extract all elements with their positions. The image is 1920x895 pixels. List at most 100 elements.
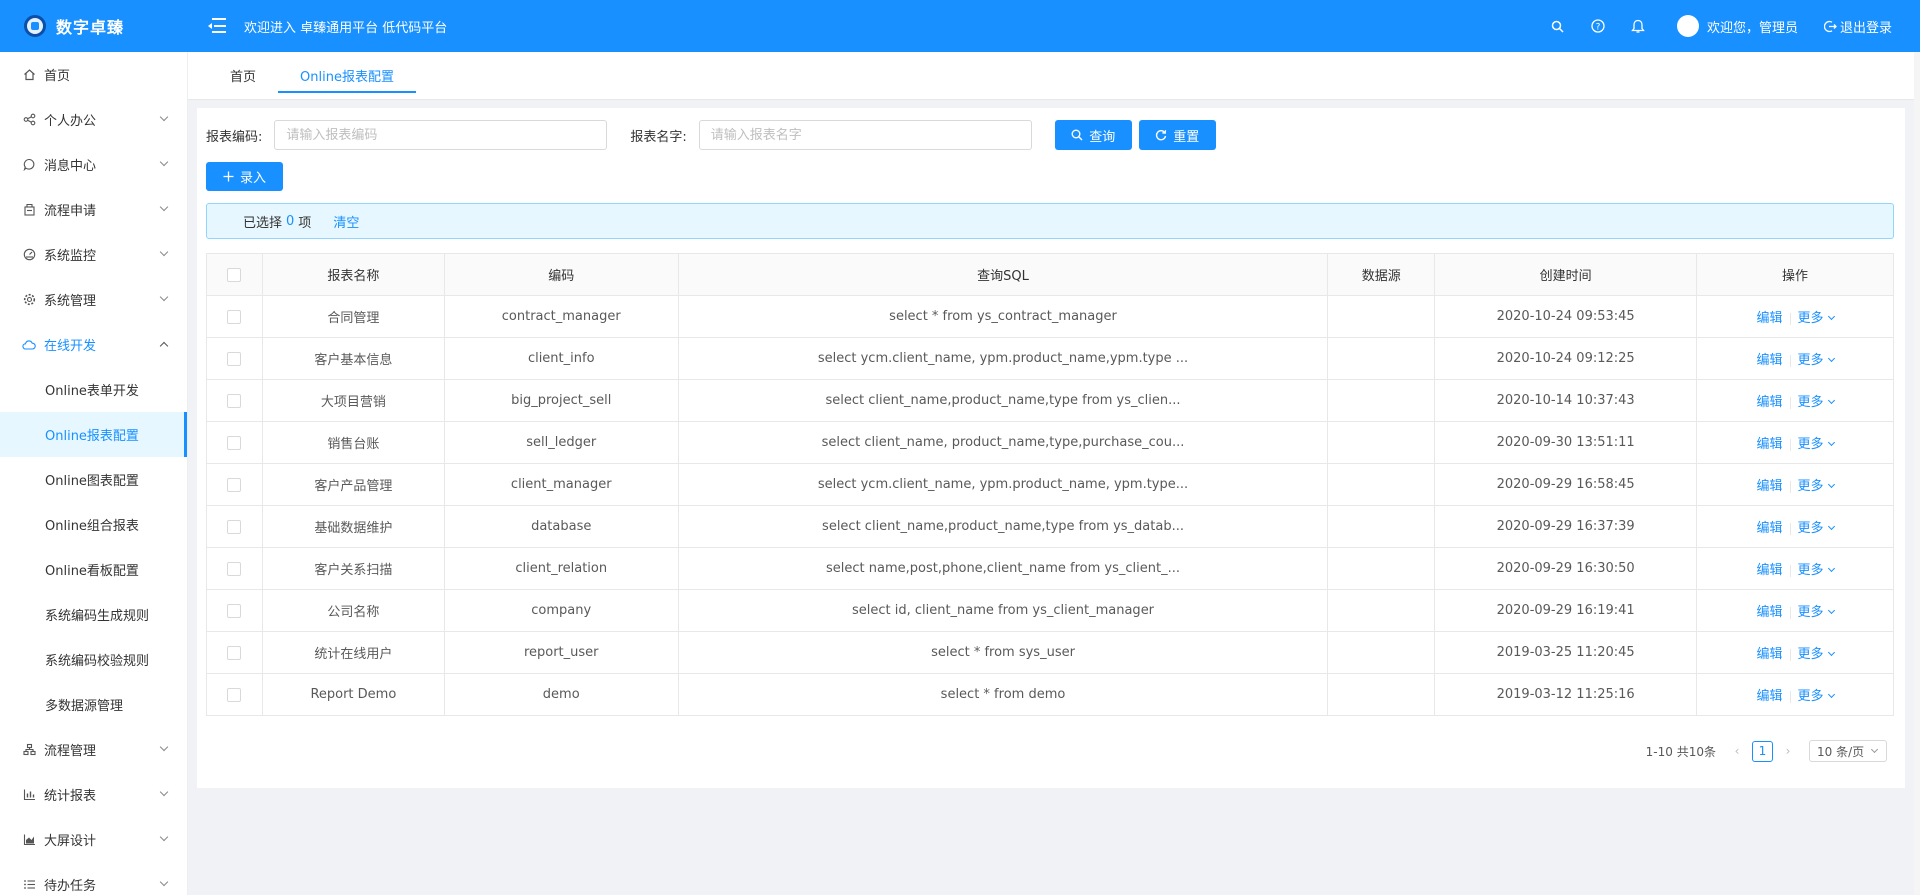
tab-home[interactable]: 首页 — [208, 51, 278, 99]
sidebar-subitem-online-chart[interactable]: Online图表配置 — [0, 457, 187, 502]
logout-button[interactable]: 退出登录 — [1823, 17, 1892, 36]
row-checkbox[interactable] — [227, 645, 242, 660]
next-page-icon[interactable]: › — [1781, 741, 1795, 761]
sidebar-item-home[interactable]: 首页 — [0, 52, 187, 97]
sidebar-item-todo[interactable]: 待办任务 — [0, 862, 187, 895]
column-header[interactable]: 数据源 — [1327, 253, 1436, 296]
report-code-input[interactable] — [274, 120, 608, 150]
more-dropdown[interactable]: 更多 — [1798, 395, 1835, 410]
action-divider — [1789, 312, 1791, 325]
sidebar-item-message-center[interactable]: 消息中心 — [0, 142, 187, 187]
column-header[interactable]: 编码 — [444, 253, 679, 296]
sidebar-item-personal-office[interactable]: 个人办公 — [0, 97, 187, 142]
more-dropdown[interactable]: 更多 — [1798, 647, 1835, 662]
row-checkbox[interactable] — [227, 309, 242, 324]
sidebar-item-big-screen[interactable]: 大屏设计 — [0, 817, 187, 862]
more-dropdown[interactable]: 更多 — [1797, 479, 1835, 494]
query-sql-cell: select ycm.client_name, ypm.product_name… — [678, 337, 1329, 380]
row-checkbox[interactable] — [227, 435, 242, 450]
flow-icon — [22, 203, 36, 217]
sidebar-item-system-monitor[interactable]: 系统监控 — [0, 232, 187, 277]
more-dropdown[interactable]: 更多 — [1798, 311, 1835, 326]
bell-icon[interactable] — [1629, 17, 1647, 35]
more-dropdown[interactable]: 更多 — [1798, 689, 1835, 704]
more-dropdown[interactable]: 更多 — [1798, 353, 1835, 368]
more-label: 更多 — [1797, 437, 1824, 452]
sidebar-item-label: 在线开发 — [44, 339, 97, 354]
user-menu[interactable]: 欢迎您，管理员 — [1676, 15, 1798, 37]
row-checkbox[interactable] — [227, 393, 242, 408]
sidebar-subitem-code-check-rule[interactable]: 系统编码校验规则 — [0, 637, 187, 682]
sidebar-subitem-datasource[interactable]: 多数据源管理 — [0, 682, 187, 727]
row-checkbox[interactable] — [227, 561, 242, 576]
edit-link[interactable]: 编辑 — [1757, 521, 1783, 536]
menu-fold-icon[interactable] — [208, 18, 226, 34]
edit-link[interactable]: 编辑 — [1757, 437, 1783, 452]
sidebar-item-system-management[interactable]: 系统管理 — [0, 277, 187, 322]
sidebar-subitem-label: Online报表配置 — [45, 429, 139, 444]
datasource-cell — [1327, 337, 1436, 380]
page-number-button[interactable]: 1 — [1752, 740, 1773, 762]
row-checkbox[interactable] — [227, 687, 242, 702]
action-divider — [1789, 522, 1791, 535]
more-dropdown[interactable]: 更多 — [1797, 521, 1835, 536]
more-dropdown[interactable]: 更多 — [1797, 437, 1835, 452]
chevron-down-icon — [159, 247, 169, 257]
sidebar-subitem-code-gen-rule[interactable]: 系统编码生成规则 — [0, 592, 187, 637]
report-list-card: 报表编码: 报表名字: 查询 重置 录入 已选择 0 项 清空 报表名称 编码 — [197, 108, 1905, 788]
report-name-input[interactable] — [698, 120, 1032, 150]
column-header[interactable]: 查询SQL — [678, 253, 1329, 296]
sidebar-subitem-online-report[interactable]: Online报表配置 — [0, 412, 187, 457]
page-size-select[interactable]: 10 条/页 — [1809, 740, 1887, 762]
action-divider — [1789, 690, 1791, 703]
logo[interactable]: 数字卓臻 — [0, 0, 188, 52]
edit-link[interactable]: 编辑 — [1757, 395, 1783, 410]
report-name-cell: Report Demo — [262, 673, 445, 716]
sidebar-item-stat-report[interactable]: 统计报表 — [0, 772, 187, 817]
row-select-cell — [206, 379, 263, 422]
more-dropdown[interactable]: 更多 — [1798, 605, 1835, 620]
row-checkbox[interactable] — [227, 519, 242, 534]
edit-link[interactable]: 编辑 — [1757, 605, 1783, 620]
table-row: 大项目营销 big_project_sell select client_nam… — [206, 379, 1894, 422]
help-icon[interactable]: ? — [1589, 17, 1607, 35]
sidebar-item-process-management[interactable]: 流程管理 — [0, 727, 187, 772]
search-icon[interactable] — [1549, 17, 1567, 35]
sidebar: 首页 个人办公 消息中心 流程申请 系统监控 系统管理 在线开发 Online表… — [0, 52, 188, 895]
edit-link[interactable]: 编辑 — [1757, 353, 1783, 368]
sidebar-item-online-dev[interactable]: 在线开发 — [0, 322, 187, 367]
edit-link[interactable]: 编辑 — [1757, 311, 1783, 326]
edit-link[interactable]: 编辑 — [1757, 563, 1783, 578]
edit-link[interactable]: 编辑 — [1757, 479, 1783, 494]
selection-suffix: 项 — [298, 215, 312, 231]
created-time-cell: 2020-10-24 09:53:45 — [1434, 295, 1698, 338]
more-dropdown[interactable]: 更多 — [1798, 563, 1835, 578]
select-all-checkbox[interactable] — [227, 267, 242, 282]
sidebar-subitem-online-board[interactable]: Online看板配置 — [0, 547, 187, 592]
edit-link[interactable]: 编辑 — [1757, 689, 1783, 704]
pagination: 1-10 共10条 ‹ 1 › 10 条/页 — [1646, 740, 1887, 762]
edit-link[interactable]: 编辑 — [1757, 647, 1783, 662]
row-checkbox[interactable] — [227, 477, 242, 492]
reset-button[interactable]: 重置 — [1138, 120, 1216, 150]
prev-page-icon[interactable]: ‹ — [1730, 741, 1744, 761]
sidebar-subitem-label: Online看板配置 — [45, 564, 139, 579]
column-header[interactable]: 创建时间 — [1434, 253, 1698, 296]
query-button[interactable]: 查询 — [1054, 120, 1132, 150]
sidebar-subitem-online-form[interactable]: Online表单开发 — [0, 367, 187, 412]
row-checkbox[interactable] — [227, 603, 242, 618]
more-label: 更多 — [1797, 479, 1824, 494]
column-header[interactable]: 报表名称 — [262, 253, 445, 296]
sidebar-subitem-online-combo-report[interactable]: Online组合报表 — [0, 502, 187, 547]
chevron-down-icon — [1827, 606, 1835, 615]
tab-online-report[interactable]: Online报表配置 — [278, 51, 416, 99]
row-checkbox[interactable] — [227, 351, 242, 366]
share-icon — [22, 113, 36, 127]
add-button[interactable]: 录入 — [206, 162, 283, 191]
sidebar-item-process-apply[interactable]: 流程申请 — [0, 187, 187, 232]
query-sql-cell: select * from ys_contract_manager — [678, 295, 1329, 338]
row-select-cell — [206, 547, 263, 590]
page-scrollbar[interactable] — [1914, 52, 1920, 895]
clear-selection-link[interactable]: 清空 — [333, 212, 359, 231]
more-label: 更多 — [1797, 521, 1824, 536]
